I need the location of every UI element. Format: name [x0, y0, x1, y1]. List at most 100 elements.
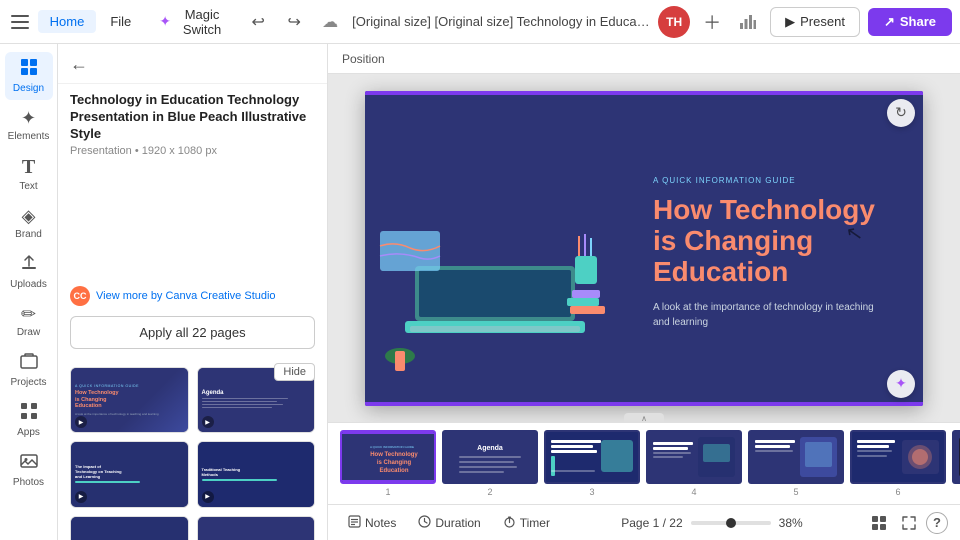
notes-label: Notes — [365, 516, 396, 530]
sidebar-item-design[interactable]: Design — [5, 52, 53, 100]
magic-switch-button[interactable]: ✦ Magic Switch — [149, 3, 238, 41]
film-slide-5[interactable]: 5 — [748, 430, 844, 497]
progress-thumb[interactable] — [726, 518, 736, 528]
sidebar-item-apps[interactable]: Apps — [5, 396, 53, 444]
sidebar-item-photos[interactable]: Photos — [5, 446, 53, 494]
sidebar-item-projects[interactable]: Projects — [5, 346, 53, 394]
magic-switch-label: Magic Switch — [176, 7, 228, 37]
analytics-button[interactable] — [734, 8, 762, 36]
template-thumb-3[interactable]: The Impact ofTechnology on Teachingand L… — [70, 441, 189, 508]
magic-switch-icon: ✦ — [159, 13, 171, 30]
film-slide-1[interactable]: A QUICK INFORMATION GUIDE How Technology… — [340, 430, 436, 497]
canvas-main[interactable]: A QUICK INFORMATION GUIDE How Technology… — [328, 74, 960, 422]
share-button[interactable]: ↗ Share — [868, 8, 952, 36]
present-label: Present — [800, 14, 845, 29]
canvas-right-panel: A QUICK INFORMATION GUIDE How Technology… — [623, 91, 923, 406]
canvas-subtext: A look at the importance of technology i… — [653, 300, 893, 330]
hide-panel-button[interactable]: Hide — [274, 363, 315, 381]
play-badge-4: ▶ — [202, 491, 214, 503]
film-thumb-1[interactable]: A QUICK INFORMATION GUIDE How Technology… — [340, 430, 436, 484]
sidebar-item-label-apps: Apps — [17, 427, 40, 438]
grid-view-button[interactable] — [866, 510, 892, 536]
apps-icon — [20, 402, 38, 425]
canvas-reload-button[interactable]: ↻ — [887, 99, 915, 127]
film-thumb-6[interactable] — [850, 430, 946, 484]
design-icon — [20, 58, 38, 81]
apply-all-button[interactable]: Apply all 22 pages — [70, 316, 315, 349]
present-icon: ▶ — [785, 14, 795, 30]
elements-icon: ✦ — [21, 108, 36, 129]
film-slide-3[interactable]: 3 — [544, 430, 640, 497]
canvas-illustration — [365, 91, 635, 406]
sidebar-item-brand[interactable]: ◈ Brand — [5, 200, 53, 246]
duration-icon — [418, 515, 431, 531]
film-slide-num-3: 3 — [589, 487, 594, 497]
film-thumb-2[interactable]: Agenda — [442, 430, 538, 484]
sidebar-item-label-text: Text — [19, 181, 37, 192]
template-thumbnails-grid: A QUICK INFORMATION GUIDE How Technology… — [58, 359, 327, 540]
undo-button[interactable]: ↩ — [244, 8, 272, 36]
topbar-right: TH ＋ ▶ Present ↗ Share — [658, 6, 952, 38]
sidebar-item-text[interactable]: T Text — [5, 150, 53, 198]
uploads-icon — [20, 254, 38, 277]
topbar: Home File ✦ Magic Switch ↩ ↪ ☁ [Original… — [0, 0, 960, 44]
film-slide-4[interactable]: 4 — [646, 430, 742, 497]
template-thumb-5[interactable]: Teaching and Learningwith Technology ▶ — [70, 516, 189, 540]
template-title: Technology in Education Technology Prese… — [70, 92, 315, 143]
author-avatar: CC — [70, 286, 90, 306]
filmstrip-scroll: A QUICK INFORMATION GUIDE How Technology… — [328, 422, 960, 505]
position-label: Position — [342, 52, 385, 66]
film-slide-2[interactable]: Agenda 2 — [442, 430, 538, 497]
duration-button[interactable]: Duration — [410, 511, 488, 535]
nav-file[interactable]: File — [98, 10, 143, 33]
film-thumb-3[interactable] — [544, 430, 640, 484]
zoom-level: 38% — [779, 516, 803, 530]
help-button[interactable]: ? — [926, 512, 948, 534]
film-thumb-7[interactable] — [952, 430, 960, 484]
film-slide-7[interactable]: 7 — [952, 430, 960, 497]
brand-icon: ◈ — [22, 206, 36, 227]
canvas-magic-button[interactable]: ✦ — [887, 370, 915, 398]
notes-button[interactable]: Notes — [340, 511, 404, 535]
notes-icon — [348, 515, 361, 531]
film-thumb-4[interactable] — [646, 430, 742, 484]
template-thumb-4[interactable]: Traditional TeachingMethods ▶ — [197, 441, 316, 508]
hamburger-menu[interactable] — [8, 6, 32, 38]
fullscreen-button[interactable] — [896, 510, 922, 536]
slide-canvas[interactable]: A QUICK INFORMATION GUIDE How Technology… — [365, 91, 923, 406]
author-link[interactable]: View more by Canva Creative Studio — [96, 290, 276, 302]
progress-bar[interactable] — [691, 521, 771, 525]
sidebar-item-elements[interactable]: ✦ Elements — [5, 102, 53, 148]
play-badge-2: ▶ — [202, 416, 214, 428]
sidebar-item-uploads[interactable]: Uploads — [5, 248, 53, 296]
duration-label: Duration — [435, 516, 480, 530]
filmstrip-collapse-button[interactable]: ∧ — [624, 413, 664, 423]
text-icon: T — [22, 156, 35, 179]
film-thumb-5[interactable] — [748, 430, 844, 484]
sidebar-item-draw[interactable]: ✏ Draw — [5, 298, 53, 344]
nav-home[interactable]: Home — [38, 10, 97, 33]
template-thumb-1[interactable]: A QUICK INFORMATION GUIDE How Technology… — [70, 367, 189, 434]
template-thumb-6[interactable]: How to set upa virtual classroom ▶ — [197, 516, 316, 540]
bottom-right: ? — [866, 510, 948, 536]
film-slide-6[interactable]: 6 — [850, 430, 946, 497]
add-collaborator-button[interactable]: ＋ — [698, 8, 726, 36]
page-info: Page 1 / 22 — [621, 516, 682, 530]
cloud-save-icon[interactable]: ☁ — [316, 8, 344, 36]
present-button[interactable]: ▶ Present — [770, 7, 860, 37]
canvas-position-bar: Position — [328, 44, 960, 74]
svg-text:Agenda: Agenda — [477, 445, 503, 452]
template-subtitle: Presentation • 1920 x 1080 px — [70, 145, 315, 157]
redo-button[interactable]: ↪ — [280, 8, 308, 36]
panel-back-button[interactable]: ← — [70, 54, 88, 75]
film-slide-num-6: 6 — [895, 487, 900, 497]
sidebar-item-label-brand: Brand — [15, 229, 42, 240]
bottom-center: Page 1 / 22 38% — [564, 516, 860, 530]
timer-button[interactable]: Timer — [495, 511, 558, 535]
timer-icon — [503, 515, 516, 531]
progress-track[interactable] — [691, 521, 771, 525]
svg-text:A QUICK INFORMATION GUIDE: A QUICK INFORMATION GUIDE — [370, 445, 414, 449]
avatar[interactable]: TH — [658, 6, 690, 38]
panel-title-block: Technology in Education Technology Prese… — [58, 84, 327, 282]
projects-icon — [20, 352, 38, 375]
